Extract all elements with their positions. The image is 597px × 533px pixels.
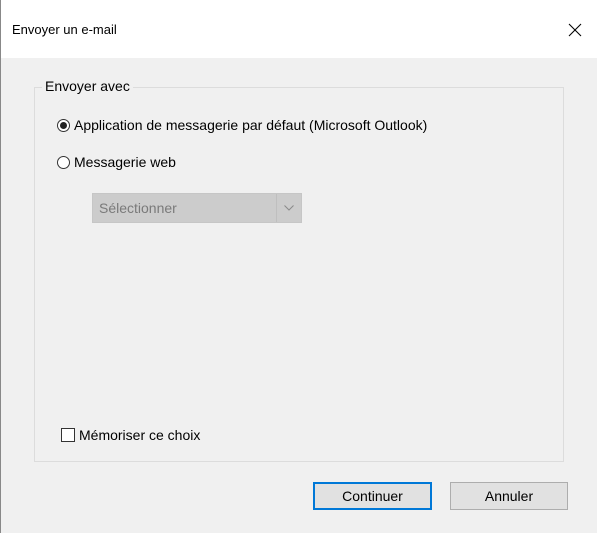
- continue-button[interactable]: Continuer: [313, 482, 432, 510]
- send-email-dialog: Envoyer un e-mail Envoyer avec Applicati…: [0, 0, 597, 533]
- webmail-select[interactable]: Sélectionner: [92, 193, 302, 223]
- remember-choice-label: Mémoriser ce choix: [79, 427, 201, 443]
- send-with-groupbox: [34, 87, 564, 462]
- radio-webmail-label: Messagerie web: [74, 154, 176, 170]
- radio-default-mail-app-label: Application de messagerie par défaut (Mi…: [74, 117, 428, 133]
- chevron-down-icon: [276, 194, 301, 222]
- cancel-button[interactable]: Annuler: [450, 482, 568, 510]
- radio-button-checked[interactable]: [57, 118, 70, 132]
- send-with-legend: Envoyer avec: [42, 78, 133, 94]
- webmail-select-value: Sélectionner: [99, 200, 177, 216]
- close-button[interactable]: [552, 10, 597, 50]
- radio-button-unchecked[interactable]: [57, 155, 70, 169]
- remember-choice[interactable]: Mémoriser ce choix: [61, 427, 200, 443]
- remember-choice-checkbox[interactable]: [61, 428, 75, 442]
- title-bar: Envoyer un e-mail: [1, 0, 597, 58]
- close-icon: [568, 23, 582, 37]
- window-title: Envoyer un e-mail: [12, 22, 117, 37]
- radio-webmail[interactable]: Messagerie web: [57, 154, 176, 170]
- radio-default-mail-app[interactable]: Application de messagerie par défaut (Mi…: [57, 117, 427, 133]
